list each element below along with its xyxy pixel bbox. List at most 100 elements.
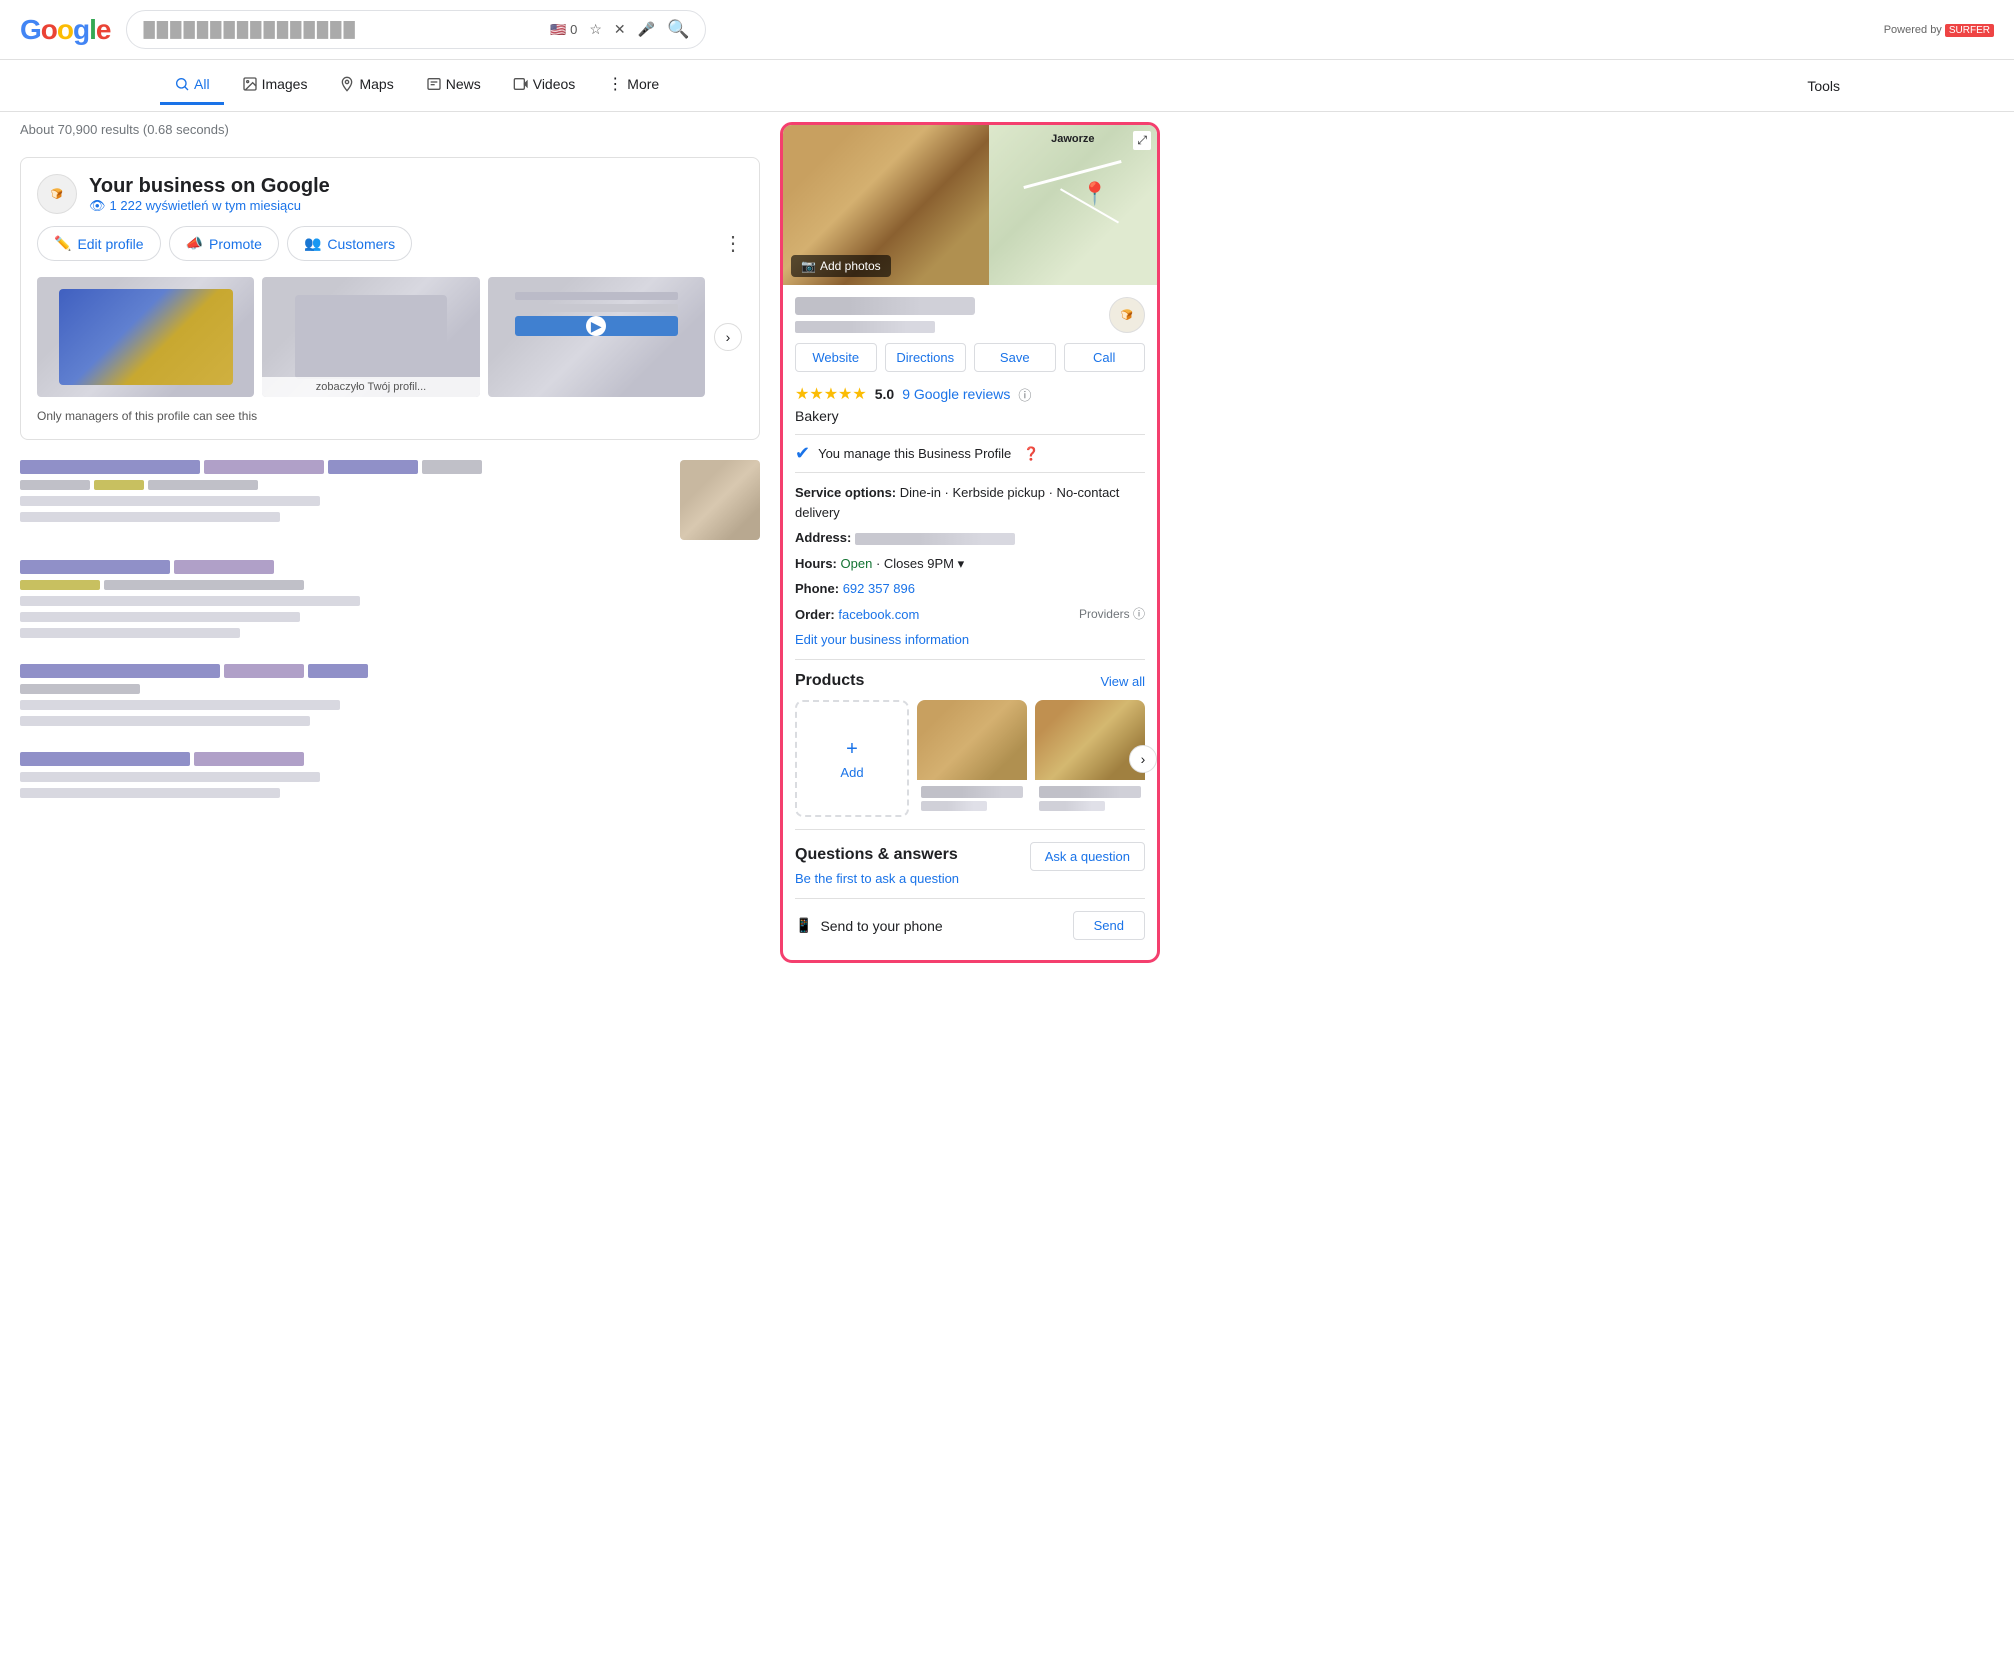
hours-close: Closes 9PM	[884, 556, 954, 571]
add-product-button[interactable]: + Add	[795, 700, 909, 817]
customers-button[interactable]: 👥 Customers	[287, 226, 412, 261]
verified-check-icon: ✔	[795, 443, 810, 464]
nav-label-all: All	[194, 76, 210, 92]
nav-item-videos[interactable]: Videos	[499, 66, 590, 105]
close-icon[interactable]: ✕	[614, 21, 626, 38]
hours-open: Open	[841, 556, 873, 571]
header: Google 🇺🇸 0 ☆ ✕ 🎤 🔍 Powered by SURFER	[0, 0, 2014, 60]
call-button[interactable]: Call	[1064, 343, 1146, 372]
save-button[interactable]: Save	[974, 343, 1056, 372]
table-row	[20, 664, 760, 732]
directions-button[interactable]: Directions	[885, 343, 967, 372]
preview-next-button[interactable]: ›	[713, 277, 743, 397]
surfer-logo: SURFER	[1945, 24, 1994, 37]
product-label-1	[921, 786, 1023, 798]
managers-note: Only managers of this profile can see th…	[37, 409, 743, 423]
address-row: Address:	[795, 528, 1145, 548]
promote-button[interactable]: 📣 Promote	[169, 226, 279, 261]
nav-label-more: More	[627, 76, 659, 92]
website-button[interactable]: Website	[795, 343, 877, 372]
business-logo: 🍞	[37, 174, 77, 214]
promote-icon: 📣	[186, 235, 203, 252]
preview-item-3: ▶	[488, 277, 705, 397]
product-image-2	[1035, 700, 1145, 780]
result-text-4	[20, 752, 760, 804]
address-blurred	[855, 533, 1015, 545]
send-label: 📱 Send to your phone	[795, 917, 943, 934]
qa-ask-row: Be the first to ask a question	[795, 871, 1145, 886]
hours-row: Hours: Open · Closes 9PM ▾	[795, 554, 1145, 574]
qa-first-ask-link[interactable]: Be the first to ask a question	[795, 871, 959, 886]
result-text-3	[20, 664, 760, 732]
preview-label: zobaczyło Twój profil...	[262, 377, 479, 397]
knowledge-panel: 📷 Add photos 📍 Jaworze ⤢ 🍞	[780, 122, 1160, 963]
nav-label-images: Images	[262, 76, 308, 92]
hours-separator: ·	[876, 556, 884, 571]
add-photos-button[interactable]: 📷 Add photos	[791, 255, 891, 277]
nav-item-images[interactable]: Images	[228, 66, 322, 105]
qa-header-row: Questions & answers Ask a question	[795, 842, 1145, 871]
send-button[interactable]: Send	[1073, 911, 1145, 940]
panel-name-row: 🍞	[795, 297, 1145, 333]
ask-question-button[interactable]: Ask a question	[1030, 842, 1145, 871]
edit-business-info-link[interactable]: Edit your business information	[795, 632, 1145, 647]
nav-item-more[interactable]: ⋮ More	[593, 64, 673, 107]
panel-body: 🍞 Website Directions Save Call ★★★★★ 5.0…	[783, 285, 1157, 960]
verified-text: You manage this Business Profile	[818, 446, 1011, 461]
nav-item-all[interactable]: All	[160, 66, 224, 105]
send-icon: 📱	[795, 917, 812, 934]
products-grid: + Add ›	[795, 700, 1145, 817]
business-header: 🍞 Your business on Google 👁 1 222 wyświe…	[37, 174, 743, 214]
business-name-blurred	[795, 297, 975, 315]
map-pin-icon: 📍	[1081, 181, 1108, 207]
google-logo: Google	[20, 14, 110, 46]
business-name: Your business on Google	[89, 175, 330, 198]
product-sublabel-2	[1039, 801, 1105, 811]
rating-row: ★★★★★ 5.0 9 Google reviews ⓘ	[795, 384, 1145, 404]
result-text-1	[20, 460, 668, 528]
preview-arrow-icon[interactable]: ›	[714, 323, 742, 351]
map-expand-button[interactable]: ⤢	[1133, 131, 1151, 150]
products-title: Products	[795, 672, 864, 690]
photo-map-section: 📷 Add photos 📍 Jaworze ⤢	[783, 125, 1157, 285]
edit-profile-button[interactable]: ✏️ Edit profile	[37, 226, 161, 261]
panel-action-buttons: Website Directions Save Call	[795, 343, 1145, 372]
nav-item-news[interactable]: News	[412, 66, 495, 105]
main-content: About 70,900 results (0.68 seconds) 🍞 Yo…	[0, 112, 2014, 973]
navigation: All Images Maps News Videos ⋮ More Tools	[0, 60, 2014, 112]
business-info: Your business on Google 👁 1 222 wyświetl…	[89, 175, 330, 214]
customers-icon: 👥	[304, 235, 321, 252]
search-results	[20, 460, 760, 804]
verified-help-icon[interactable]: ❓	[1023, 446, 1039, 462]
reviews-info-icon[interactable]: ⓘ	[1018, 385, 1031, 404]
preview-item-1	[37, 277, 254, 397]
nav-tools[interactable]: Tools	[1793, 68, 1854, 104]
hours-chevron-icon[interactable]: ▾	[958, 556, 965, 571]
products-next-button[interactable]: ›	[1129, 745, 1157, 773]
star-icon[interactable]: ☆	[589, 21, 602, 38]
verified-badge: ✔ You manage this Business Profile ❓	[795, 434, 1145, 473]
product-item-1[interactable]	[917, 700, 1027, 817]
phone-link[interactable]: 692 357 896	[843, 581, 915, 596]
order-link[interactable]: facebook.com	[838, 607, 919, 622]
business-views[interactable]: 👁 1 222 wyświetleń w tym miesiącu	[89, 198, 330, 214]
view-all-link[interactable]: View all	[1100, 674, 1145, 689]
reviews-link[interactable]: 9 Google reviews	[902, 386, 1010, 402]
qa-section: Questions & answers Ask a question Be th…	[795, 829, 1145, 886]
results-count: About 70,900 results (0.68 seconds)	[20, 122, 760, 137]
table-row	[20, 752, 760, 804]
action-buttons: ✏️ Edit profile 📣 Promote 👥 Customers ⋮	[37, 226, 743, 261]
map-section[interactable]: 📍 Jaworze ⤢	[989, 125, 1157, 285]
search-input[interactable]	[143, 21, 540, 39]
nav-item-maps[interactable]: Maps	[325, 66, 407, 105]
mic-icon[interactable]: 🎤	[638, 21, 655, 38]
search-icon[interactable]: 🔍	[667, 19, 689, 40]
rating-value: 5.0	[875, 386, 894, 402]
eye-icon: 👁	[89, 198, 106, 214]
providers-link[interactable]: Providers ⓘ	[1079, 605, 1145, 623]
search-bar[interactable]: 🇺🇸 0 ☆ ✕ 🎤 🔍	[126, 10, 706, 49]
camera-icon: 📷	[801, 259, 816, 273]
more-options-button[interactable]: ⋮	[723, 231, 743, 256]
product-image-1	[917, 700, 1027, 780]
product-sublabel-1	[921, 801, 987, 811]
